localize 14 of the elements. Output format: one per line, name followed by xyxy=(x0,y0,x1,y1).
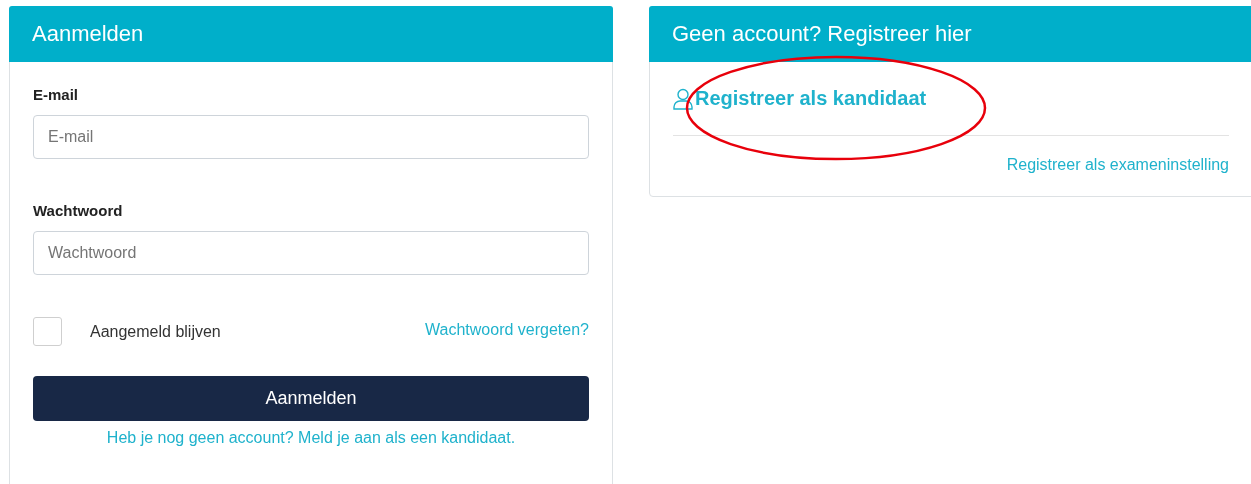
input-field[interactable]: Wachtwoord xyxy=(33,231,589,275)
field-label: E-mail xyxy=(33,86,79,103)
card-title: Aanmelden xyxy=(32,21,144,47)
checkbox-label: Aangemeld blijven xyxy=(90,322,221,341)
login-button[interactable]: Aanmelden xyxy=(33,376,589,421)
register-institution-link[interactable]: Registreer als exameninstelling xyxy=(1006,156,1229,174)
user-icon xyxy=(673,87,693,110)
field-label: Wachtwoord xyxy=(33,202,124,219)
input-field[interactable]: E-mail xyxy=(33,115,589,159)
register-candidate-link[interactable]: Registreer als kandidaat xyxy=(695,87,927,110)
signup-link[interactable]: Heb je nog geen account? Meld je aan als een kandidaat. xyxy=(33,429,589,447)
card-title: Geen account? Registreer hier xyxy=(672,21,972,47)
checkbox[interactable] xyxy=(33,317,62,346)
forgot-password-link[interactable]: Wachtwoord vergeten? xyxy=(425,320,589,339)
